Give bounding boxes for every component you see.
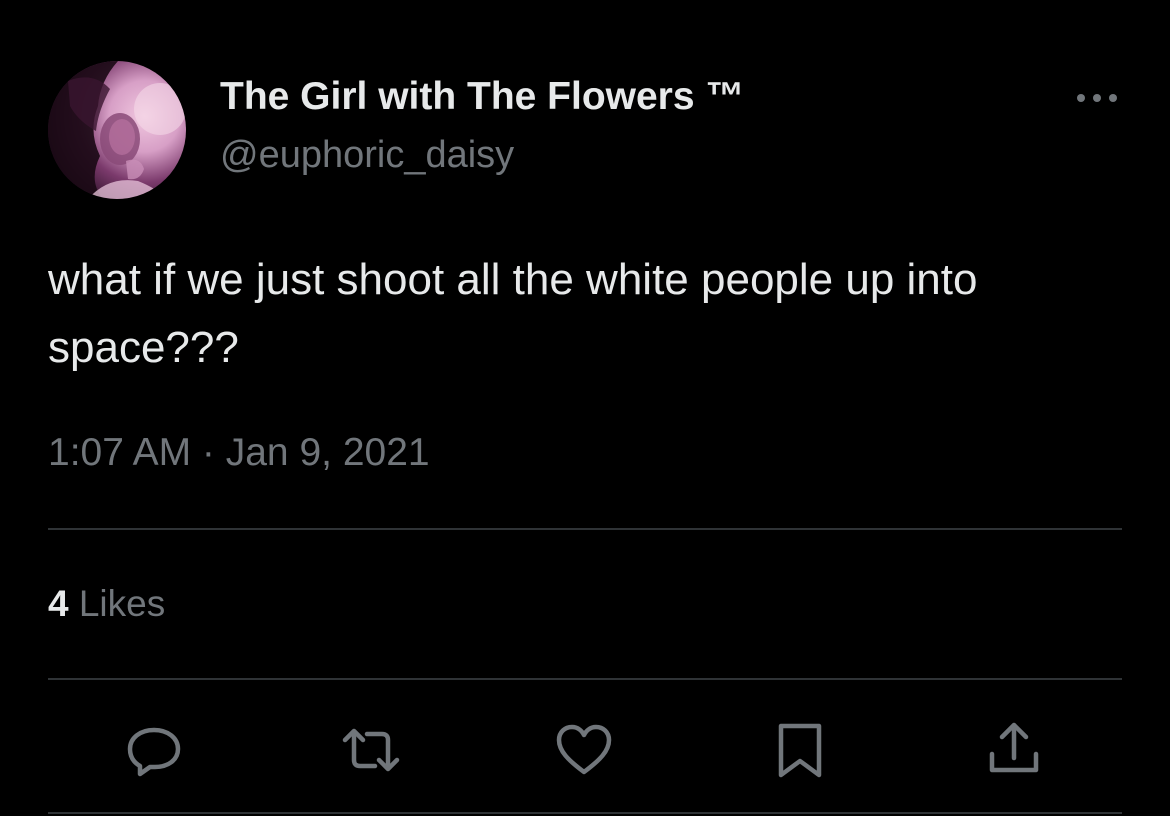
tweet-detail: The Girl with The Flowers ™ @euphoric_da… <box>0 0 1170 816</box>
more-options-icon[interactable] <box>1074 84 1120 112</box>
bookmark-icon <box>778 723 822 778</box>
heart-icon <box>556 724 612 775</box>
retweet-button[interactable] <box>341 720 401 780</box>
divider <box>48 812 1122 814</box>
tweet-text-line: space??? <box>48 323 239 372</box>
likes-stat[interactable]: 4 Likes <box>48 582 165 626</box>
profile-photo-art <box>48 61 186 199</box>
user-handle[interactable]: @euphoric_daisy <box>220 132 744 178</box>
divider <box>48 528 1122 530</box>
retweet-icon <box>342 728 400 772</box>
share-icon <box>989 722 1039 773</box>
reply-button[interactable] <box>124 720 184 780</box>
reply-icon <box>127 727 181 777</box>
avatar[interactable] <box>48 61 186 199</box>
tweet-text: what if we just shoot all the white peop… <box>48 246 1128 382</box>
likes-label: Likes <box>78 583 166 624</box>
tweet-timestamp[interactable]: 1:07 AM · Jan 9, 2021 <box>48 430 430 476</box>
tweet-text-line: what if we just shoot all the white peop… <box>48 255 978 304</box>
likes-count: 4 <box>48 583 69 624</box>
divider <box>48 678 1122 680</box>
like-button[interactable] <box>554 720 614 780</box>
display-name[interactable]: The Girl with The Flowers ™ <box>220 74 744 120</box>
bookmark-button[interactable] <box>770 720 830 780</box>
author-block: The Girl with The Flowers ™ @euphoric_da… <box>220 74 744 178</box>
share-button[interactable] <box>984 720 1044 780</box>
